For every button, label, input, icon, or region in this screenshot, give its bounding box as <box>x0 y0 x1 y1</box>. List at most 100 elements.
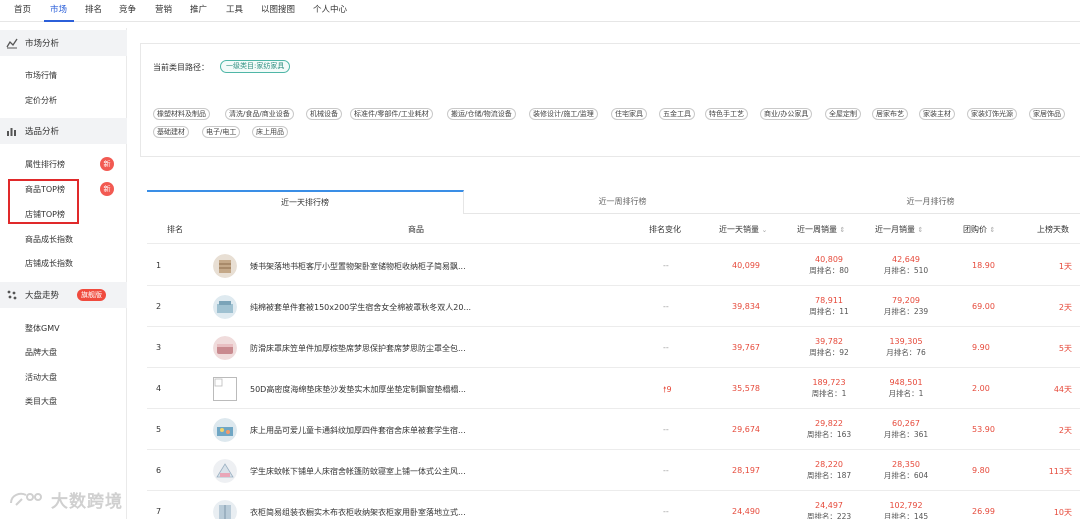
table-row[interactable]: 3 防滑床罩床笠单件加厚棕垫席梦思保护套席梦思防尘罩全包... -- 39,76… <box>147 327 1080 368</box>
product-thumbnail[interactable] <box>213 254 237 278</box>
product-name-link[interactable]: 50D高密度海绵垫床垫沙发垫实木加厚坐垫定制飘窗垫榻榻... <box>250 384 490 395</box>
sidebar-section-product-selection[interactable]: 选品分析 <box>0 118 127 144</box>
header-rank-change: 排名变化 <box>649 225 681 234</box>
sidebar-item-brand-market[interactable]: 品牌大盘 <box>25 347 57 358</box>
category-tag[interactable]: 清洗/食品/商业设备 <box>225 108 294 120</box>
category-tag[interactable]: 家装主材 <box>919 108 955 120</box>
table-row[interactable]: 1 矮书架落地书柜客厅小型置物架卧室储物柜收纳柜子简易飘... -- 40,09… <box>147 245 1080 286</box>
category-tag[interactable]: 橡塑材料及制品 <box>153 108 210 120</box>
month-sales-value: 60,267 <box>892 419 920 428</box>
nav-promotion[interactable]: 推广 <box>190 0 207 22</box>
table-row[interactable]: 4 50D高密度海绵垫床垫沙发垫实木加厚坐垫定制飘窗垫榻榻... 🠕9 35,5… <box>147 368 1080 409</box>
category-tag[interactable]: 全屋定制 <box>825 108 861 120</box>
table-row[interactable]: 6 学生床蚊帐下铺单人床宿舍帐篷防蚊寝室上铺一体式公主风... -- 28,19… <box>147 450 1080 491</box>
header-day-sales[interactable]: 近一天销量 ⌄ <box>719 224 767 235</box>
month-rank-value: 239 <box>913 307 929 316</box>
sidebar-section-market-trend[interactable]: 大盘走势 旗舰版 <box>0 282 127 308</box>
month-sales-value: 79,209 <box>892 296 920 305</box>
watermark-text: 大数跨境 <box>51 491 123 512</box>
category-tag[interactable]: 装修设计/施工/监理 <box>529 108 598 120</box>
category-tag[interactable]: 住宅家具 <box>611 108 647 120</box>
sidebar-section-market-analysis[interactable]: 市场分析 <box>0 30 127 56</box>
category-tag[interactable]: 居家布艺 <box>872 108 908 120</box>
product-thumbnail[interactable] <box>213 500 237 519</box>
day-sales: 29,674 <box>732 425 760 434</box>
category-tag[interactable]: 搬运/仓储/物流设备 <box>447 108 516 120</box>
product-name-link[interactable]: 矮书架落地书柜客厅小型置物架卧室储物柜收纳柜子简易飘... <box>250 261 490 272</box>
header-week-sales[interactable]: 近一周销量 ⇕ <box>797 224 845 235</box>
header-price[interactable]: 团购价 ⇕ <box>963 224 995 235</box>
product-name-link[interactable]: 床上用品可爱儿童卡通斜纹加厚四件套宿舍床单被套学生宿... <box>250 425 490 436</box>
month-sales-value: 102,792 <box>889 501 923 510</box>
nav-marketing[interactable]: 营销 <box>155 0 172 22</box>
month-sales-value: 28,350 <box>892 460 920 469</box>
product-thumbnail[interactable] <box>213 336 237 360</box>
tab-month-ranking[interactable]: 近一月排行榜 <box>781 190 1080 214</box>
table-row[interactable]: 2 纯棉被套单件套被150x200学生宿舍女全棉被罩秋冬双人20... -- 3… <box>147 286 1080 327</box>
sidebar-item-product-growth[interactable]: 商品成长指数 <box>25 234 73 245</box>
table-row[interactable]: 5 床上用品可爱儿童卡通斜纹加厚四件套宿舍床单被套学生宿... -- 29,67… <box>147 409 1080 450</box>
week-sales-value: 189,723 <box>812 378 846 387</box>
category-tag[interactable]: 电子/电工 <box>202 126 241 138</box>
product-thumbnail[interactable] <box>213 418 237 442</box>
product-name-link[interactable]: 学生床蚊帐下铺单人床宿舍帐篷防蚊寝室上铺一体式公主风... <box>250 466 490 477</box>
month-rank: 月排名：145 <box>876 511 936 519</box>
product-name-link[interactable]: 防滑床罩床笠单件加厚棕垫席梦思保护套席梦思防尘罩全包... <box>250 343 490 354</box>
category-tag[interactable]: 家装灯饰光源 <box>967 108 1017 120</box>
days-on-list: 10天 <box>1053 508 1072 517</box>
header-month-sales[interactable]: 近一月销量 ⇕ <box>875 224 923 235</box>
rank-change: -- <box>663 261 669 270</box>
category-tag[interactable]: 床上用品 <box>252 126 288 138</box>
week-rank-value: 11 <box>839 307 849 316</box>
rank-change: -- <box>663 343 669 352</box>
sidebar-item-overall-gmv[interactable]: 整体GMV <box>25 323 60 334</box>
category-tag[interactable]: 机械设备 <box>306 108 342 120</box>
product-thumbnail[interactable] <box>213 459 237 483</box>
group-price: 2.00 <box>972 384 990 393</box>
tab-week-ranking[interactable]: 近一周排行榜 <box>464 190 781 214</box>
category-tag[interactable]: 五金工具 <box>659 108 695 120</box>
category-tag[interactable]: 基础建材 <box>153 126 189 138</box>
sidebar-item-category-market[interactable]: 类目大盘 <box>25 396 57 407</box>
nav-user-center[interactable]: 个人中心 <box>313 0 347 22</box>
nav-home[interactable]: 首页 <box>14 0 31 22</box>
product-name-link[interactable]: 纯棉被套单件套被150x200学生宿舍女全棉被罩秋冬双人20... <box>250 302 490 313</box>
tab-day-ranking[interactable]: 近一天排行榜 <box>147 190 464 214</box>
sidebar-item-activity-market[interactable]: 活动大盘 <box>25 372 57 383</box>
watermark: 大数跨境 <box>8 488 123 512</box>
nav-competition[interactable]: 竞争 <box>119 0 136 22</box>
watermark-logo-icon <box>10 492 42 506</box>
nav-market[interactable]: 市场 <box>50 0 67 22</box>
week-rank-value: 223 <box>836 512 852 519</box>
sidebar-item-pricing-analysis[interactable]: 定价分析 <box>25 95 57 106</box>
category-tag[interactable]: 家居饰品 <box>1029 108 1065 120</box>
category-panel: 当前类目路径： 一级类目:家纺家具 橡塑材料及制品 清洗/食品/商业设备 机械设… <box>140 43 1080 157</box>
new-badge: 新 <box>100 182 114 196</box>
category-tag[interactable]: 标准件/零部件/工业耗材 <box>350 108 433 120</box>
table-row[interactable]: 7 衣柜简易组装衣橱实木布衣柜收纳架衣柜家用卧室落地立式... -- 24,49… <box>147 491 1080 519</box>
product-name-link[interactable]: 衣柜简易组装衣橱实木布衣柜收纳架衣柜家用卧室落地立式... <box>250 507 490 518</box>
week-sales: 24,497 周排名：223 <box>799 500 859 519</box>
week-rank-prefix: 周排名： <box>806 512 837 519</box>
week-rank: 周排名：163 <box>799 429 859 440</box>
sidebar-item-shop-growth[interactable]: 店铺成长指数 <box>25 258 73 269</box>
sidebar-item-attribute-ranking[interactable]: 属性排行榜 <box>25 159 65 170</box>
product-thumbnail-placeholder[interactable] <box>213 377 237 401</box>
month-rank-prefix: 月排名： <box>883 471 914 480</box>
nav-tools[interactable]: 工具 <box>226 0 243 22</box>
rank-change: -- <box>663 425 669 434</box>
category-path-tag[interactable]: 一级类目:家纺家具 <box>220 60 291 73</box>
product-thumbnail[interactable] <box>213 295 237 319</box>
sidebar-item-market-trend[interactable]: 市场行情 <box>25 70 57 81</box>
week-sales-value: 28,220 <box>815 460 843 469</box>
header-days-on-list: 上榜天数 <box>1037 225 1069 234</box>
month-sales: 28,350 月排名：604 <box>876 459 936 481</box>
category-tag[interactable]: 特色手工艺 <box>705 108 748 120</box>
day-sales: 24,490 <box>732 507 760 516</box>
group-price: 18.90 <box>972 261 995 270</box>
category-tag[interactable]: 商业/办公家具 <box>760 108 813 120</box>
week-sales-value: 40,809 <box>815 255 843 264</box>
nav-image-search[interactable]: 以图搜图 <box>261 0 295 22</box>
nav-ranking[interactable]: 排名 <box>85 0 102 22</box>
group-price: 9.80 <box>972 466 990 475</box>
